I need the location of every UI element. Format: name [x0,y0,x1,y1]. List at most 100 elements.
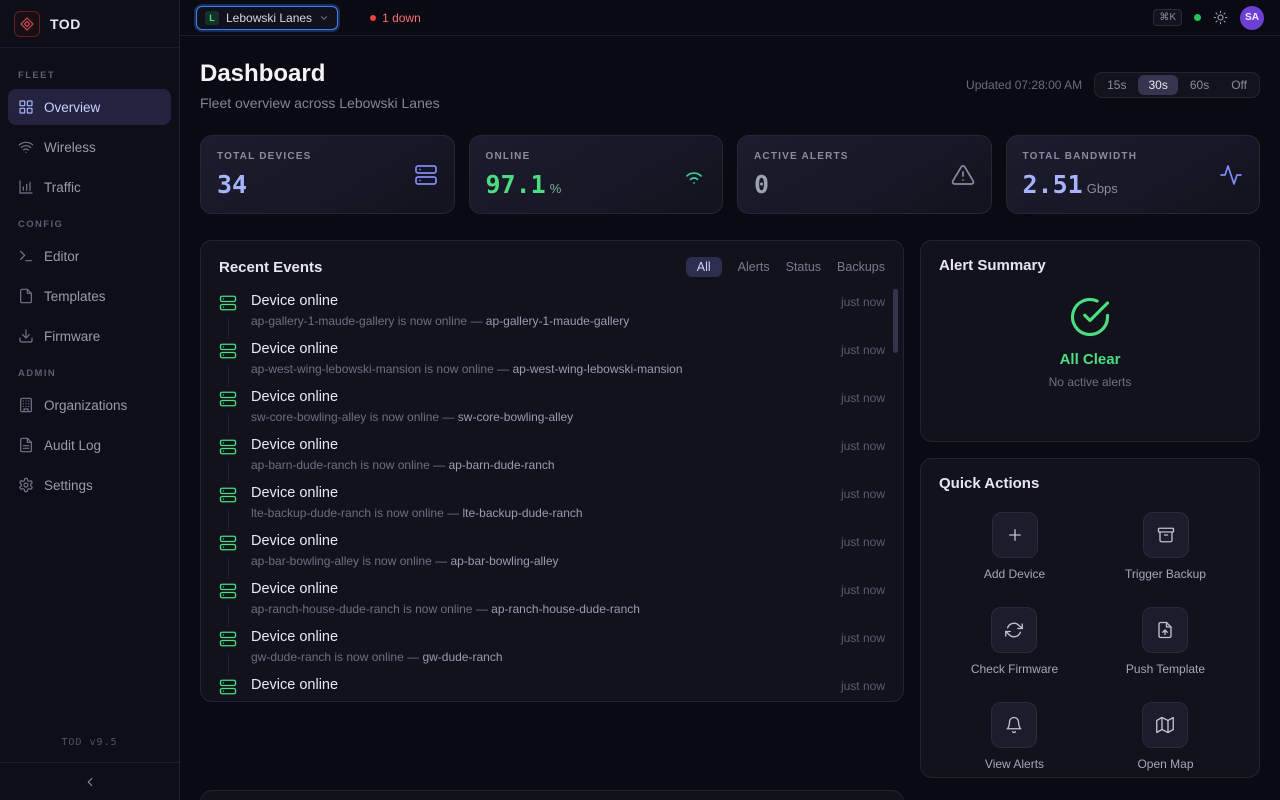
refresh-option-30s[interactable]: 30s [1138,75,1177,95]
alert-status: All Clear [939,351,1241,368]
sidebar-item-editor[interactable]: Editor [8,238,171,274]
event-row[interactable]: Device online ap-barn-dude-ranch is now … [219,431,885,479]
sidebar-item-label: Audit Log [44,438,101,453]
event-row[interactable]: Device online ap-bar-bowling-alley is no… [219,527,885,575]
event-detail: ap-gallery-1-maude-gallery is now online… [251,314,829,328]
stat-value: 0 [754,170,769,199]
server-icon [219,389,239,408]
sidebar-item-firmware[interactable]: Firmware [8,318,171,354]
tab-backups[interactable]: Backups [837,260,885,274]
event-device-name: ap-west-wing-lebowski-mansion [512,362,682,376]
page-subtitle: Fleet overview across Lebowski Lanes [200,95,440,111]
event-separator: — [497,362,509,376]
event-row[interactable]: Device online ap-ranch-house-dude-ranch … [219,575,885,623]
event-separator: — [407,650,419,664]
event-message: ap-bar-bowling-alley is now online [251,554,432,568]
event-detail: ap-west-wing-lebowski-mansion is now onl… [251,362,829,376]
tab-alerts[interactable]: Alerts [738,260,770,274]
server-icon [219,293,239,312]
alert-triangle-icon [951,163,975,187]
sidebar-item-label: Editor [44,249,79,264]
action-check-firmware[interactable]: Check Firmware [971,607,1058,676]
quick-actions-panel: Quick Actions Add Device Trigger Backup [920,458,1260,778]
org-badge: L [205,11,219,25]
tab-all[interactable]: All [686,257,722,277]
action-add-device[interactable]: Add Device [984,512,1045,581]
event-detail: ap-ranch-house-dude-ranch is now online … [251,602,829,616]
event-row[interactable]: Device online ap-gallery-1-maude-gallery… [219,287,885,335]
event-detail: sw-core-bowling-alley is now online — sw… [251,410,829,424]
refresh-option-60s[interactable]: 60s [1180,75,1219,95]
file-icon [18,288,34,304]
event-detail: ap-barn-dude-ranch is now online — ap-ba… [251,458,829,472]
stat-value: 97.1 [486,170,546,199]
event-row[interactable]: Device online just now [219,671,885,702]
stat-label: ACTIVE ALERTS [754,151,975,162]
refresh-option-15s[interactable]: 15s [1097,75,1136,95]
event-message: ap-west-wing-lebowski-mansion is now onl… [251,362,494,376]
tab-status[interactable]: Status [786,260,821,274]
event-row[interactable]: Device online gw-dude-ranch is now onlin… [219,623,885,671]
stat-card-total-devices: TOTAL DEVICES 34 [200,135,455,214]
action-view-alerts[interactable]: View Alerts [985,702,1044,771]
chevron-left-icon [83,775,97,789]
sidebar-item-organizations[interactable]: Organizations [8,387,171,423]
sidebar-item-traffic[interactable]: Traffic [8,169,171,205]
check-circle-icon [1069,296,1111,338]
nav-section-config: CONFIG [8,219,171,230]
event-time: just now [841,389,885,405]
recent-events-title: Recent Events [219,259,322,276]
server-icon [219,341,239,360]
action-push-template[interactable]: Push Template [1126,607,1205,676]
sidebar-item-wireless[interactable]: Wireless [8,129,171,165]
left-column: Recent Events All Alerts Status Backups [200,240,904,800]
event-title: Device online [251,341,829,357]
event-title: Device online [251,533,829,549]
org-selector[interactable]: L Lebowski Lanes [196,6,338,30]
action-label: View Alerts [985,757,1044,771]
sidebar-item-label: Settings [44,478,93,493]
event-row[interactable]: Device online ap-west-wing-lebowski-mans… [219,335,885,383]
server-icon [219,485,239,504]
nav-section-fleet: FLEET [8,70,171,81]
action-trigger-backup[interactable]: Trigger Backup [1125,512,1206,581]
event-detail: ap-bar-bowling-alley is now online — ap-… [251,554,829,568]
event-row[interactable]: Device online sw-core-bowling-alley is n… [219,383,885,431]
devices-down-indicator[interactable]: 1 down [370,11,421,25]
refresh-option-off[interactable]: Off [1221,75,1257,95]
download-icon [18,328,34,344]
scrollbar-thumb[interactable] [893,289,898,353]
sidebar-item-templates[interactable]: Templates [8,278,171,314]
event-title: Device online [251,485,829,501]
event-device-name: sw-core-bowling-alley [458,410,573,424]
event-time: just now [841,629,885,645]
sidebar-item-settings[interactable]: Settings [8,467,171,503]
sidebar-item-overview[interactable]: Overview [8,89,171,125]
org-name: Lebowski Lanes [226,11,312,25]
event-row[interactable]: Device online lte-backup-dude-ranch is n… [219,479,885,527]
activity-icon [1219,163,1243,187]
sidebar-collapse-button[interactable] [0,762,179,800]
bar-chart-icon [18,179,34,195]
event-time: just now [841,485,885,501]
right-column: Alert Summary All Clear No active alerts… [920,240,1260,778]
refresh-interval-group: 15s 30s 60s Off [1094,72,1260,98]
server-icon [219,629,239,648]
stat-label: TOTAL BANDWIDTH [1023,151,1244,162]
avatar[interactable]: SA [1240,6,1264,30]
main-area: L Lebowski Lanes 1 down ⌘K SA Dashboard … [180,0,1280,800]
connection-status-dot [1194,14,1201,21]
event-message: ap-barn-dude-ranch is now online [251,458,430,472]
updated-timestamp: Updated 07:28:00 AM [966,78,1082,92]
recent-events-panel: Recent Events All Alerts Status Backups [200,240,904,702]
event-time: just now [841,293,885,309]
quick-actions-title: Quick Actions [939,475,1241,492]
page-title: Dashboard [200,60,440,88]
command-palette-shortcut[interactable]: ⌘K [1153,9,1182,26]
sidebar-item-audit-log[interactable]: Audit Log [8,427,171,463]
action-open-map[interactable]: Open Map [1137,702,1193,771]
stat-value: 2.51 [1023,170,1083,199]
archive-icon [1143,512,1189,558]
sun-icon[interactable] [1213,10,1228,25]
stat-cards: TOTAL DEVICES 34 ONLINE 97.1 % ACTIVE AL… [200,135,1260,214]
